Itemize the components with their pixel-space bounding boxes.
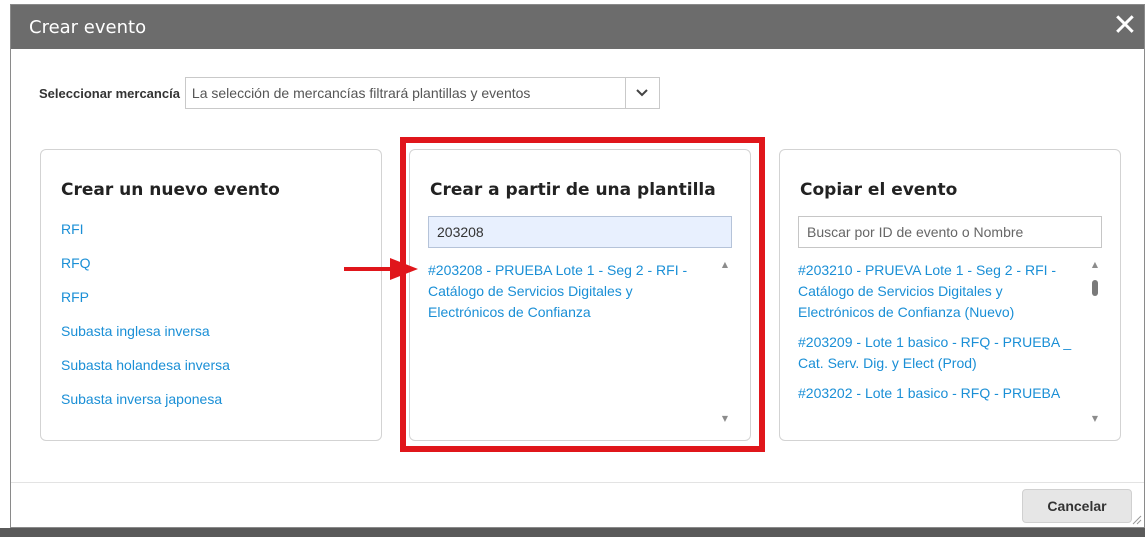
- new-event-english-auction-link[interactable]: Subasta inglesa inversa: [61, 322, 230, 356]
- copy-event-result-item[interactable]: #203210 - PRUEVA Lote 1 - Seg 2 - RFI - …: [798, 260, 1076, 323]
- scroll-down-icon[interactable]: ▼: [1090, 414, 1100, 424]
- close-icon[interactable]: ✕: [1110, 9, 1140, 43]
- copy-event-result-item[interactable]: #203202 - Lote 1 basico - RFQ - PRUEBA: [798, 383, 1076, 404]
- copy-event-result-item[interactable]: #203209 - Lote 1 basico - RFQ - PRUEBA _…: [798, 332, 1076, 374]
- dialog-title: Crear evento: [29, 17, 147, 38]
- dialog-titlebar: Crear evento ✕: [11, 5, 1144, 49]
- new-event-rfi-link[interactable]: RFI: [61, 220, 230, 254]
- new-event-japanese-auction-link[interactable]: Subasta inversa japonesa: [61, 390, 230, 424]
- new-event-dutch-auction-link[interactable]: Subasta holandesa inversa: [61, 356, 230, 390]
- highlight-annotation-box: [400, 137, 765, 452]
- new-event-title: Crear un nuevo evento: [61, 180, 280, 200]
- copy-event-result-list[interactable]: #203210 - PRUEVA Lote 1 - Seg 2 - RFI - …: [798, 260, 1102, 424]
- chevron-down-icon[interactable]: [624, 78, 659, 108]
- copy-event-search-input[interactable]: [798, 216, 1102, 248]
- commodity-label: Seleccionar mercancía: [39, 85, 180, 101]
- new-event-card: Crear un nuevo evento RFI RFQ RFP Subast…: [40, 149, 382, 441]
- copy-event-card: Copiar el evento #203210 - PRUEVA Lote 1…: [779, 149, 1121, 441]
- commodity-placeholder: La selección de mercancías filtrará plan…: [191, 85, 531, 101]
- arrow-right-icon: [344, 258, 418, 280]
- new-event-list: RFI RFQ RFP Subasta inglesa inversa Suba…: [61, 220, 230, 424]
- commodity-selector-row: Seleccionar mercancía La selección de me…: [39, 77, 660, 109]
- scroll-up-icon[interactable]: ▲: [1090, 260, 1100, 270]
- scroll-thumb[interactable]: [1092, 280, 1098, 296]
- footer-divider: [11, 482, 1144, 483]
- resize-grip-icon[interactable]: [1130, 513, 1142, 525]
- commodity-select[interactable]: La selección de mercancías filtrará plan…: [184, 77, 660, 109]
- cancel-button[interactable]: Cancelar: [1022, 489, 1132, 523]
- background-page-edge: [0, 4, 10, 528]
- copy-event-title: Copiar el evento: [800, 180, 958, 200]
- new-event-rfp-link[interactable]: RFP: [61, 288, 230, 322]
- new-event-rfq-link[interactable]: RFQ: [61, 254, 230, 288]
- copy-event-scrollbar[interactable]: ▲ ▼: [1088, 260, 1102, 424]
